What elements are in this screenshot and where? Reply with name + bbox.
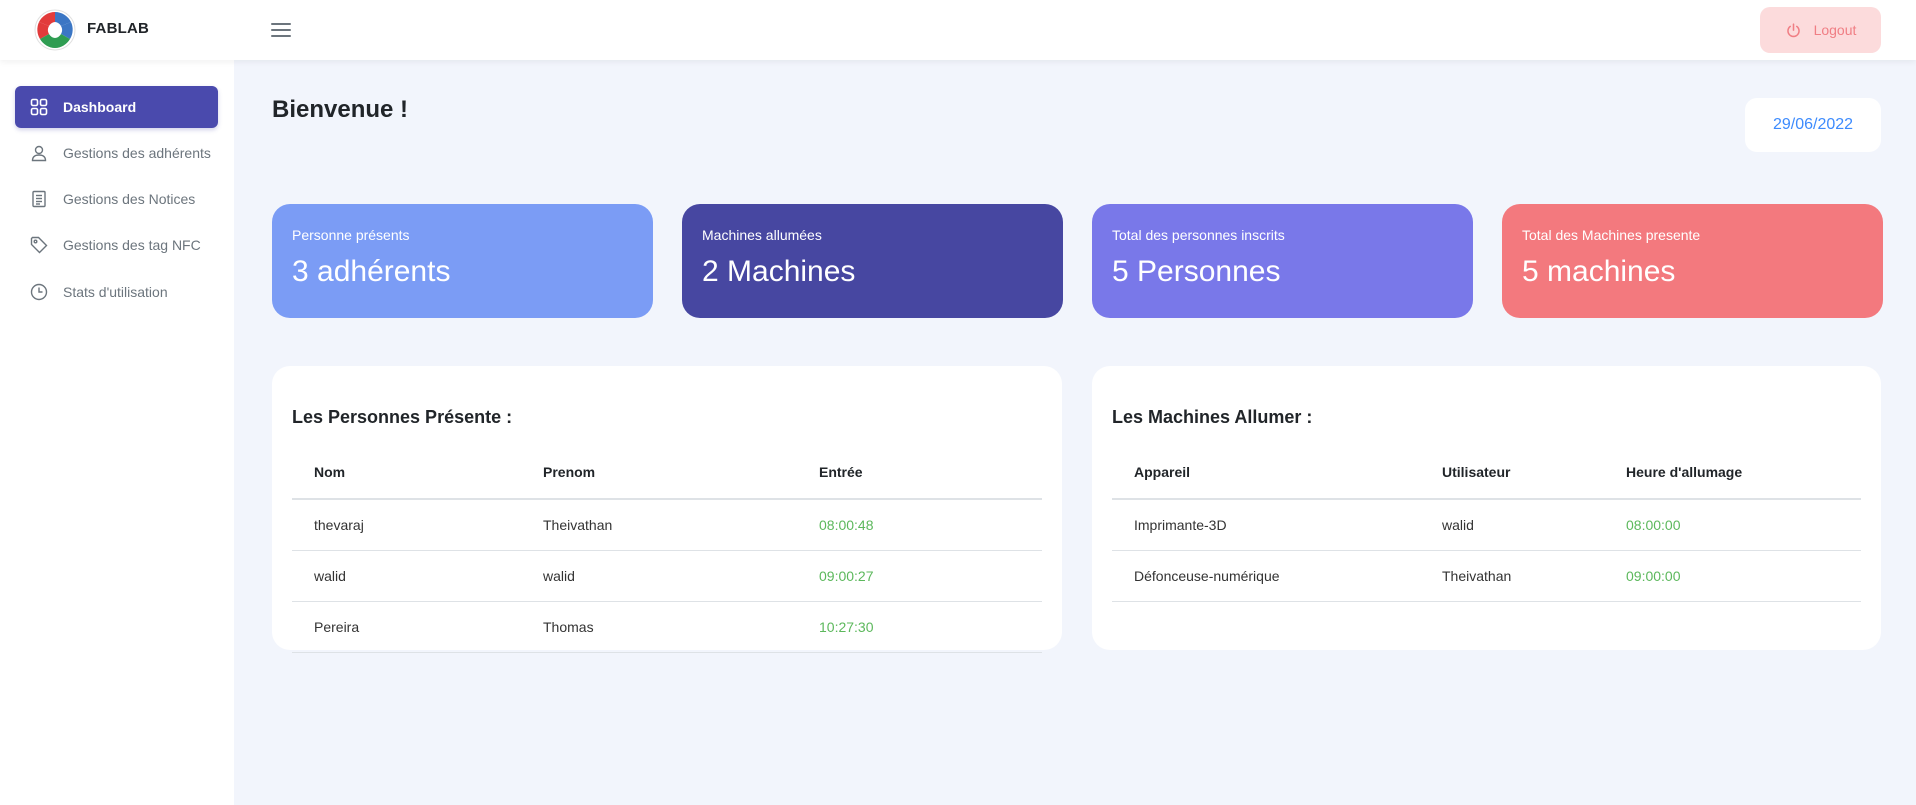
document-icon — [32, 190, 46, 208]
cell-entree: 10:27:30 — [797, 601, 1042, 653]
cell-appareil: Défonceuse-numérique — [1112, 550, 1420, 602]
column-header-entree: Entrée — [797, 446, 1042, 500]
cell-prenom: Theivathan — [521, 499, 797, 551]
table-row: Défonceuse-numérique Theivathan 09:00:00 — [1112, 550, 1861, 602]
cell-heure: 09:00:00 — [1604, 550, 1861, 602]
panel-title: Les Personnes Présente : — [292, 407, 513, 427]
current-date: 29/06/2022 — [1745, 98, 1881, 152]
table-header-row: Appareil Utilisateur Heure d'allumage — [1112, 446, 1861, 500]
sidebar-item-label: Gestions des tag NFC — [63, 237, 201, 253]
present-persons-panel: Les Personnes Présente : Nom Prenom Entr… — [272, 366, 1062, 653]
stat-card-present-persons: Personne présents 3 adhérents — [272, 204, 653, 318]
cell-nom: Pereira — [292, 601, 521, 653]
cell-prenom: Thomas — [521, 601, 797, 653]
cell-appareil: Imprimante-3D — [1112, 499, 1420, 551]
table-row: Imprimante-3D walid 08:00:00 — [1112, 499, 1861, 551]
table-row: walid walid 09:00:27 — [292, 550, 1042, 602]
stat-label: Personne présents — [292, 227, 410, 243]
sidebar: Dashboard Gestions des adhérents Gestion… — [0, 60, 234, 805]
stat-value: 3 adhérents — [292, 255, 451, 288]
machines-on-table: Appareil Utilisateur Heure d'allumage Im… — [1112, 446, 1861, 602]
user-icon — [31, 145, 47, 162]
stat-value: 2 Machines — [702, 255, 856, 288]
dashboard-grid-icon — [30, 98, 48, 116]
column-header-appareil: Appareil — [1112, 446, 1420, 500]
table-header-row: Nom Prenom Entrée — [292, 446, 1042, 500]
cell-entree: 09:00:27 — [797, 550, 1042, 602]
stat-card-machines-on: Machines allumées 2 Machines — [682, 204, 1063, 318]
sidebar-item-stats[interactable]: Stats d'utilisation — [15, 271, 218, 313]
sidebar-item-notices[interactable]: Gestions des Notices — [15, 178, 218, 220]
stat-card-registered-persons: Total des personnes inscrits 5 Personnes — [1092, 204, 1473, 318]
sidebar-item-label: Stats d'utilisation — [63, 284, 168, 300]
column-header-heure: Heure d'allumage — [1604, 446, 1861, 500]
clock-icon — [30, 283, 48, 301]
tag-icon — [30, 236, 48, 254]
column-header-nom: Nom — [292, 446, 521, 500]
table-row: Pereira Thomas 10:27:30 — [292, 601, 1042, 653]
stat-value: 5 Personnes — [1112, 255, 1281, 288]
table-row: thevaraj Theivathan 08:00:48 — [292, 499, 1042, 551]
stat-label: Total des personnes inscrits — [1112, 227, 1285, 243]
cell-entree: 08:00:48 — [797, 499, 1042, 551]
stat-label: Total des Machines presente — [1522, 227, 1701, 243]
sidebar-item-label: Gestions des Notices — [63, 191, 196, 207]
panel-title: Les Machines Allumer : — [1112, 407, 1313, 427]
column-header-utilisateur: Utilisateur — [1420, 446, 1604, 500]
sidebar-item-dashboard[interactable]: Dashboard — [15, 86, 218, 128]
stat-card-total-machines: Total des Machines presente 5 machines — [1502, 204, 1883, 318]
present-persons-table: Nom Prenom Entrée thevaraj Theivathan 08… — [292, 446, 1042, 653]
menu-toggle-icon[interactable] — [271, 23, 291, 39]
machines-on-panel: Les Machines Allumer : Appareil Utilisat… — [1092, 366, 1881, 650]
brand-name: FABLAB — [87, 20, 150, 37]
sidebar-item-adherents[interactable]: Gestions des adhérents — [15, 132, 218, 174]
top-navbar: FABLAB Logout — [0, 0, 1916, 60]
sidebar-item-nfc-tags[interactable]: Gestions des tag NFC — [15, 224, 218, 266]
fablab-logo[interactable] — [34, 9, 76, 51]
column-header-prenom: Prenom — [521, 446, 797, 500]
page-title: Bienvenue ! — [272, 96, 409, 123]
cell-heure: 08:00:00 — [1604, 499, 1861, 551]
cell-utilisateur: Theivathan — [1420, 550, 1604, 602]
sidebar-item-label: Dashboard — [63, 99, 137, 115]
cell-nom: thevaraj — [292, 499, 521, 551]
power-icon — [1786, 22, 1800, 37]
cell-nom: walid — [292, 550, 521, 602]
stat-label: Machines allumées — [702, 227, 822, 243]
logout-label: Logout — [1813, 22, 1857, 38]
logout-button[interactable]: Logout — [1760, 7, 1881, 53]
cell-utilisateur: walid — [1420, 499, 1604, 551]
sidebar-item-label: Gestions des adhérents — [63, 145, 211, 161]
stat-value: 5 machines — [1522, 255, 1676, 288]
cell-prenom: walid — [521, 550, 797, 602]
